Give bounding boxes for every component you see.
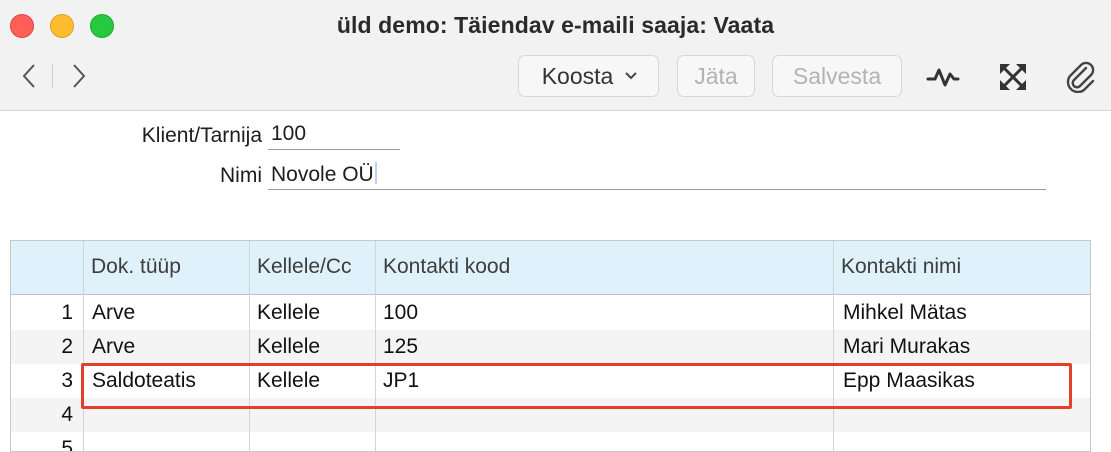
expand-icon[interactable]	[996, 60, 1030, 94]
paperclip-icon[interactable]	[1064, 60, 1098, 94]
contact-name-cell[interactable]: Mihkel Mätas	[843, 301, 967, 325]
contact-code-cell[interactable]: 125	[383, 335, 418, 359]
chevron-left-icon	[22, 64, 35, 88]
name-value: Novole OÜ	[271, 163, 374, 186]
forward-button[interactable]	[66, 60, 92, 92]
window-titlebar: üld demo: Täiendav e-maili saaja: Vaata …	[0, 0, 1111, 111]
chevron-down-icon	[625, 72, 638, 80]
window-title: üld demo: Täiendav e-maili saaja: Vaata	[336, 12, 775, 38]
activity-icon[interactable]	[926, 60, 960, 94]
row-number: 1	[61, 301, 73, 324]
table-row[interactable]: 1 Arve Kellele 100 Mihkel Mätas	[11, 296, 1090, 330]
row-number: 5	[61, 437, 73, 452]
recipients-table: Dok. tüüp Kellele/Cc Kontakti kood Konta…	[10, 240, 1091, 452]
doc-type-cell[interactable]: Arve	[92, 301, 135, 325]
table-header: Dok. tüüp Kellele/Cc Kontakti kood Konta…	[11, 241, 1090, 295]
highlight-annotation	[81, 363, 1072, 409]
to-cc-cell[interactable]: Kellele	[257, 301, 320, 325]
back-button[interactable]	[16, 60, 42, 92]
koosta-label: Koosta	[541, 62, 614, 89]
text-cursor	[374, 162, 377, 184]
name-label: Nimi	[220, 164, 262, 187]
header-to-cc[interactable]: Kellele/Cc	[257, 255, 352, 279]
client-field[interactable]: 100	[268, 122, 400, 150]
contact-code-cell[interactable]: 100	[383, 301, 418, 325]
header-contact-name[interactable]: Kontakti nimi	[841, 255, 961, 279]
table-row[interactable]: 5	[11, 432, 1090, 452]
name-field[interactable]: Novole OÜ	[268, 162, 1046, 190]
jata-button[interactable]: Jäta	[677, 55, 755, 97]
nav-divider	[52, 64, 53, 88]
column-divider	[83, 241, 84, 451]
header-doc-type[interactable]: Dok. tüüp	[91, 255, 181, 279]
column-divider	[833, 241, 834, 451]
contact-name-cell[interactable]: Mari Murakas	[843, 335, 970, 359]
doc-type-cell[interactable]: Arve	[92, 335, 135, 359]
salvesta-button[interactable]: Salvesta	[772, 55, 902, 97]
row-number: 3	[61, 369, 73, 392]
client-label: Klient/Tarnija	[141, 124, 262, 147]
column-divider	[249, 241, 250, 451]
to-cc-cell[interactable]: Kellele	[257, 335, 320, 359]
row-number: 2	[61, 335, 73, 358]
row-number: 4	[61, 403, 73, 426]
koosta-dropdown-button[interactable]: Koosta	[518, 55, 659, 97]
table-row[interactable]: 2 Arve Kellele 125 Mari Murakas	[11, 330, 1090, 364]
chevron-right-icon	[73, 64, 86, 88]
column-divider	[375, 241, 376, 451]
header-contact-code[interactable]: Kontakti kood	[383, 255, 510, 279]
